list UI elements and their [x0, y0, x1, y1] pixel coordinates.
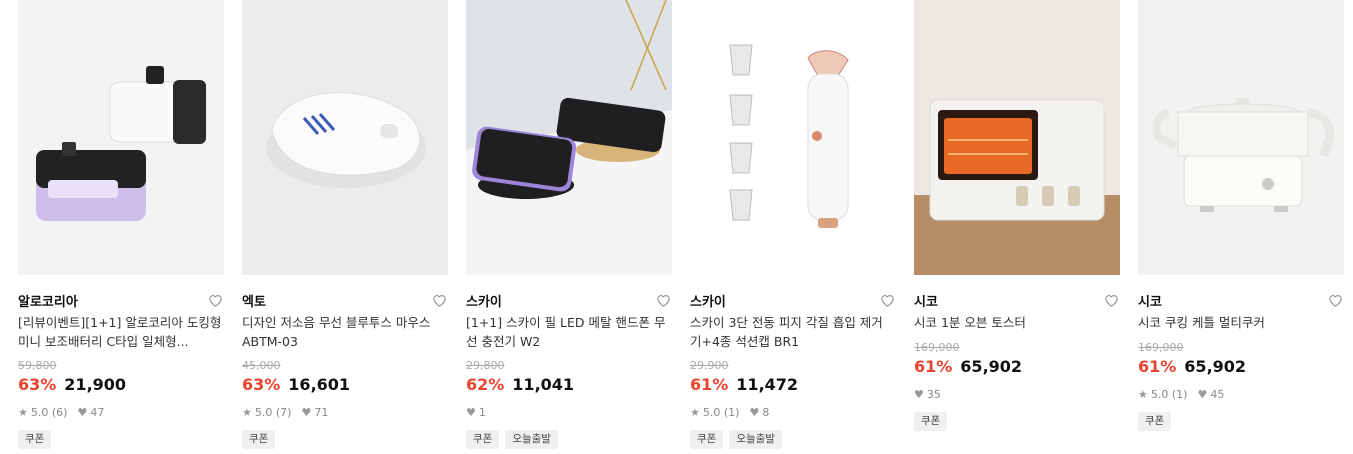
- like-count: 8: [762, 406, 770, 419]
- heart-filled-icon: ♥: [1197, 388, 1208, 401]
- product-image[interactable]: [690, 0, 896, 275]
- discount-rate: 61%: [1138, 357, 1177, 376]
- product-image[interactable]: [18, 0, 224, 275]
- product-image[interactable]: [1138, 0, 1344, 275]
- product-card[interactable]: 시코 시코 쿠킹 케틀 멀티쿠커 169,000 61% 65,902 ★ 5.0…: [1138, 0, 1344, 454]
- star-icon: ★: [690, 406, 700, 419]
- heart-outline-icon[interactable]: [878, 291, 896, 309]
- star-icon: ★: [242, 406, 252, 419]
- product-title[interactable]: 시코 쿠킹 케틀 멀티쿠커: [1138, 313, 1342, 332]
- heart-outline-icon[interactable]: [430, 291, 448, 309]
- rating: 5.0 (1): [1150, 388, 1188, 401]
- coupon-tag: 쿠폰: [242, 430, 276, 449]
- rating: 5.0 (7): [254, 406, 292, 419]
- product-card[interactable]: 스카이 스카이 3단 전동 피지 각질 흡입 제거기+4종 석션캡 BR1 29…: [690, 0, 896, 454]
- original-price: 169,000: [1138, 341, 1184, 354]
- heart-outline-icon[interactable]: [206, 291, 224, 309]
- product-title[interactable]: 스카이 3단 전동 피지 각질 흡입 제거기+4종 석션캡 BR1: [690, 313, 894, 351]
- wireless-charger-image: [466, 0, 672, 275]
- sale-price: 65,902: [960, 357, 1023, 376]
- original-price: 29,900: [690, 359, 729, 372]
- discount-rate: 63%: [242, 375, 281, 394]
- rating: 5.0 (1): [702, 406, 740, 419]
- heart-filled-icon: ♥: [749, 406, 760, 419]
- heart-outline-icon[interactable]: [1326, 291, 1344, 309]
- product-card[interactable]: 스카이 [1+1] 스카이 필 LED 메탈 핸드폰 무선 충전기 W2 29,…: [466, 0, 672, 454]
- sale-price: 21,900: [64, 375, 127, 394]
- coupon-tag: 쿠폰: [1138, 412, 1172, 431]
- product-image[interactable]: [242, 0, 448, 275]
- product-image[interactable]: [466, 0, 672, 275]
- sale-price: 16,601: [288, 375, 351, 394]
- ships-today-tag: 오늘출발: [505, 430, 558, 449]
- coupon-tag: 쿠폰: [914, 412, 948, 431]
- like-count: 45: [1210, 388, 1225, 401]
- heart-filled-icon: ♥: [77, 406, 88, 419]
- brand-name[interactable]: 엑토: [242, 291, 266, 310]
- product-grid: 알로코리아 [리뷰이벤트][1+1] 알로코리아 도킹형 미니 보조배터리 C타…: [0, 0, 1353, 454]
- power-bank-image: [18, 0, 224, 275]
- coupon-tag: 쿠폰: [466, 430, 500, 449]
- pore-vacuum-image: [690, 0, 896, 275]
- coupon-tag: 쿠폰: [690, 430, 724, 449]
- heart-filled-icon: ♥: [914, 388, 924, 401]
- heart-filled-icon: ♥: [301, 406, 312, 419]
- discount-rate: 62%: [466, 375, 505, 394]
- oven-toaster-image: [914, 0, 1120, 275]
- heart-filled-icon: ♥: [466, 406, 476, 419]
- brand-name[interactable]: 스카이: [466, 291, 502, 310]
- original-price: 45,000: [242, 359, 281, 372]
- brand-name[interactable]: 시코: [914, 291, 938, 310]
- coupon-tag: 쿠폰: [18, 430, 52, 449]
- discount-rate: 61%: [690, 375, 729, 394]
- original-price: 59,800: [18, 359, 57, 372]
- multi-cooker-image: [1138, 0, 1344, 275]
- like-count: 1: [478, 406, 486, 419]
- product-title[interactable]: [리뷰이벤트][1+1] 알로코리아 도킹형 미니 보조배터리 C타입 일체형.…: [18, 313, 222, 351]
- product-title[interactable]: 시코 1분 오븐 토스터: [914, 313, 1118, 332]
- product-card[interactable]: 엑토 디자인 저소음 무선 블루투스 마우스 ABTM-03 45,000 63…: [242, 0, 448, 454]
- discount-rate: 63%: [18, 375, 57, 394]
- wireless-mouse-image: [242, 0, 448, 275]
- sale-price: 11,472: [736, 375, 799, 394]
- sale-price: 11,041: [512, 375, 575, 394]
- rating: 5.0 (6): [30, 406, 68, 419]
- brand-name[interactable]: 시코: [1138, 291, 1162, 310]
- product-title[interactable]: [1+1] 스카이 필 LED 메탈 핸드폰 무선 충전기 W2: [466, 313, 670, 351]
- product-card[interactable]: 시코 시코 1분 오븐 토스터 169,000 61% 65,902 ♥ 35 쿠…: [914, 0, 1120, 454]
- like-count: 35: [926, 388, 941, 401]
- product-title[interactable]: 디자인 저소음 무선 블루투스 마우스 ABTM-03: [242, 313, 446, 351]
- star-icon: ★: [18, 406, 28, 419]
- sale-price: 65,902: [1184, 357, 1247, 376]
- heart-outline-icon[interactable]: [654, 291, 672, 309]
- like-count: 47: [90, 406, 105, 419]
- ships-today-tag: 오늘출발: [729, 430, 782, 449]
- like-count: 71: [314, 406, 329, 419]
- brand-name[interactable]: 알로코리아: [18, 291, 78, 310]
- discount-rate: 61%: [914, 357, 953, 376]
- original-price: 29,800: [466, 359, 505, 372]
- product-image[interactable]: [914, 0, 1120, 275]
- original-price: 169,000: [914, 341, 960, 354]
- star-icon: ★: [1138, 388, 1148, 401]
- product-card[interactable]: 알로코리아 [리뷰이벤트][1+1] 알로코리아 도킹형 미니 보조배터리 C타…: [18, 0, 224, 454]
- brand-name[interactable]: 스카이: [690, 291, 726, 310]
- heart-outline-icon[interactable]: [1102, 291, 1120, 309]
